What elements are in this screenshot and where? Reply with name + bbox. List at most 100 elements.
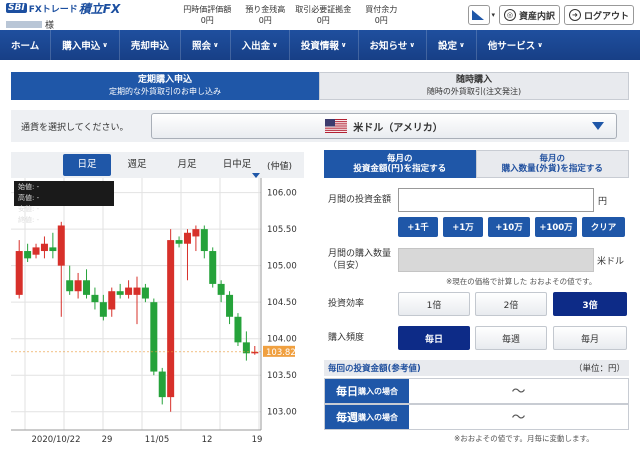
- qty-unit: 米ドル: [597, 257, 625, 267]
- candle-body: [32, 247, 40, 255]
- candle-body: [40, 243, 48, 252]
- tab-spot-purchase[interactable]: 随時購入 随時の外貨取引(注文発注): [319, 72, 629, 100]
- tab-specify-yen-amount[interactable]: 毎月の 投資金額(円)を指定する: [324, 150, 476, 178]
- logout-button[interactable]: ➜ ログアウト: [563, 5, 634, 25]
- nav-sell-application[interactable]: 売却申込: [120, 30, 181, 60]
- nav-deposit-withdrawal[interactable]: 入出金 ∨: [231, 30, 290, 60]
- add-100k-button[interactable]: +10万: [488, 217, 530, 237]
- current-price-label: 103.82: [266, 348, 296, 358]
- nav-settings[interactable]: 設定 ∨: [427, 30, 477, 60]
- currency-select[interactable]: 米ドル（アメリカ）: [151, 113, 617, 139]
- logo-sbi: SBI: [6, 3, 27, 13]
- tab-specify-foreign-qty[interactable]: 毎月の 購入数量(外貨)を指定する: [475, 150, 629, 178]
- logo-fx-trade: FXトレード: [28, 4, 78, 15]
- candle-body: [234, 316, 242, 343]
- clear-button[interactable]: クリア: [582, 217, 625, 237]
- candle-body: [108, 291, 116, 310]
- leverage-2x[interactable]: 2倍: [475, 292, 547, 316]
- nav-investment-info[interactable]: 投資情報 ∨: [290, 30, 359, 60]
- currency-select-label: 通貨を選択してください。: [21, 122, 129, 133]
- user-suffix: 様: [45, 20, 55, 31]
- chevron-down-icon: ∨: [212, 41, 219, 49]
- candle-body: [49, 247, 57, 252]
- x-tick-label: 29: [102, 435, 113, 444]
- leverage-3x[interactable]: 3倍: [553, 292, 627, 316]
- candle-body: [125, 287, 133, 295]
- reference-note: ※おおよその値です。月毎に変動します。: [454, 434, 594, 443]
- y-tick-label: 106.00: [267, 189, 297, 199]
- qty-label: 月間の購入数量: [328, 249, 392, 259]
- candle-body: [99, 302, 107, 317]
- leverage-1x[interactable]: 1倍: [398, 292, 470, 316]
- candle-body: [209, 251, 217, 284]
- main-nav: ホーム 購入申込 ∨ 売却申込 照会 ∨ 入出金 ∨ 投資情報 ∨ お知らせ ∨ 設定 ∨ …: [0, 30, 640, 60]
- reference-weekly-suffix: 購入の場合: [358, 412, 398, 422]
- x-tick-label: 11/05: [145, 435, 170, 444]
- qty-note: ※現在の価格で計算した おおよその値です。: [446, 277, 597, 286]
- chart-tab-monthly[interactable]: 月足: [163, 154, 211, 176]
- frequency-weekly[interactable]: 毎週: [475, 326, 547, 350]
- reference-daily-value: ～: [511, 384, 526, 400]
- assets-button[interactable]: ◎ 資産内訳: [498, 5, 560, 25]
- chart-settings-button[interactable]: [468, 5, 491, 25]
- candle-body: [175, 240, 183, 244]
- tab-periodic-purchase[interactable]: 定期購入申込 定期的な外貨取引のお申し込み: [11, 72, 319, 100]
- chevron-down-icon: ∨: [409, 41, 416, 49]
- qty-sub-label: （目安）: [328, 261, 365, 271]
- candle-body: [91, 294, 99, 303]
- candle-body: [150, 302, 158, 372]
- reference-row-weekly: 毎週 購入の場合 ～: [324, 404, 629, 430]
- reference-daily-suffix: 購入の場合: [358, 386, 398, 396]
- logo[interactable]: SBI FXトレード 積立FX 様: [6, 0, 120, 31]
- monthly-qty-display: [398, 248, 594, 272]
- candle-body: [66, 280, 74, 292]
- candle-body: [133, 287, 141, 295]
- reference-unit: （単位：円）: [573, 364, 625, 374]
- ohlc-info-box: 始値: - 高値: - 安値: - 終値: -: [14, 181, 114, 224]
- candle-body: [24, 251, 32, 259]
- add-10k-button[interactable]: +1万: [443, 217, 483, 237]
- candle-body: [226, 294, 234, 317]
- arrow-right-icon: ➜: [568, 9, 581, 21]
- logo-tsumitate: 積立FX: [78, 1, 121, 16]
- x-tick-label: 19: [252, 435, 263, 444]
- candle-body: [116, 291, 124, 295]
- add-1m-button[interactable]: +100万: [535, 217, 577, 237]
- candle-body: [183, 232, 191, 244]
- chart-tab-weekly[interactable]: 週足: [113, 154, 161, 176]
- stat-deposit: 預り金残高 0円: [245, 5, 286, 25]
- nav-inquiry[interactable]: 照会 ∨: [181, 30, 231, 60]
- purchase-type-tabs: 定期購入申込 定期的な外貨取引のお申し込み 随時購入 随時の外貨取引(注文発注): [11, 72, 629, 100]
- ohlc-close: 終値: -: [18, 216, 40, 224]
- reference-daily-label: 毎日: [336, 385, 358, 398]
- frequency-monthly[interactable]: 毎月: [553, 326, 627, 350]
- nav-purchase-application[interactable]: 購入申込 ∨: [51, 30, 120, 60]
- candle-body: [74, 280, 82, 292]
- leverage-label: 投資効率: [328, 299, 365, 309]
- ohlc-low: 安値: -: [18, 205, 40, 213]
- frequency-daily[interactable]: 毎日: [398, 326, 470, 350]
- ohlc-high: 高値: -: [18, 194, 40, 202]
- chart-icon: [472, 10, 485, 20]
- chart-tab-daily[interactable]: 日足: [63, 154, 111, 176]
- amount-label: 月間の投資金額: [328, 195, 392, 205]
- price-chart-panel: 日足 週足 月足 日中足 (仲値) 106.00 105.50 105.00 104.…: [11, 152, 304, 444]
- candle-body: [83, 280, 91, 295]
- amount-unit: 円: [598, 197, 608, 207]
- nav-notices[interactable]: お知らせ ∨: [359, 30, 428, 60]
- us-flag-icon: [325, 119, 348, 133]
- add-1k-button[interactable]: +1千: [398, 217, 438, 237]
- candle-body: [167, 240, 175, 398]
- y-tick-label: 103.00: [267, 408, 297, 418]
- stat-valuation: 円時価評価額 0円: [183, 5, 232, 25]
- monthly-amount-input[interactable]: [398, 188, 594, 212]
- order-form-panel: 毎月の 投資金額(円)を指定する 毎月の 購入数量(外貨)を指定する 月間の投資金額…: [324, 150, 629, 450]
- y-tick-label: 104.00: [267, 335, 297, 345]
- nav-other-services[interactable]: 他サービス ∨: [477, 30, 554, 60]
- chart-settings-dropdown-icon[interactable]: ▾: [491, 11, 495, 19]
- ohlc-open: 始値: -: [18, 183, 40, 191]
- nav-home[interactable]: ホーム: [0, 30, 52, 60]
- y-tick-label: 104.50: [267, 298, 297, 308]
- candle-body: [57, 225, 65, 266]
- chevron-down-icon: ∨: [459, 41, 465, 49]
